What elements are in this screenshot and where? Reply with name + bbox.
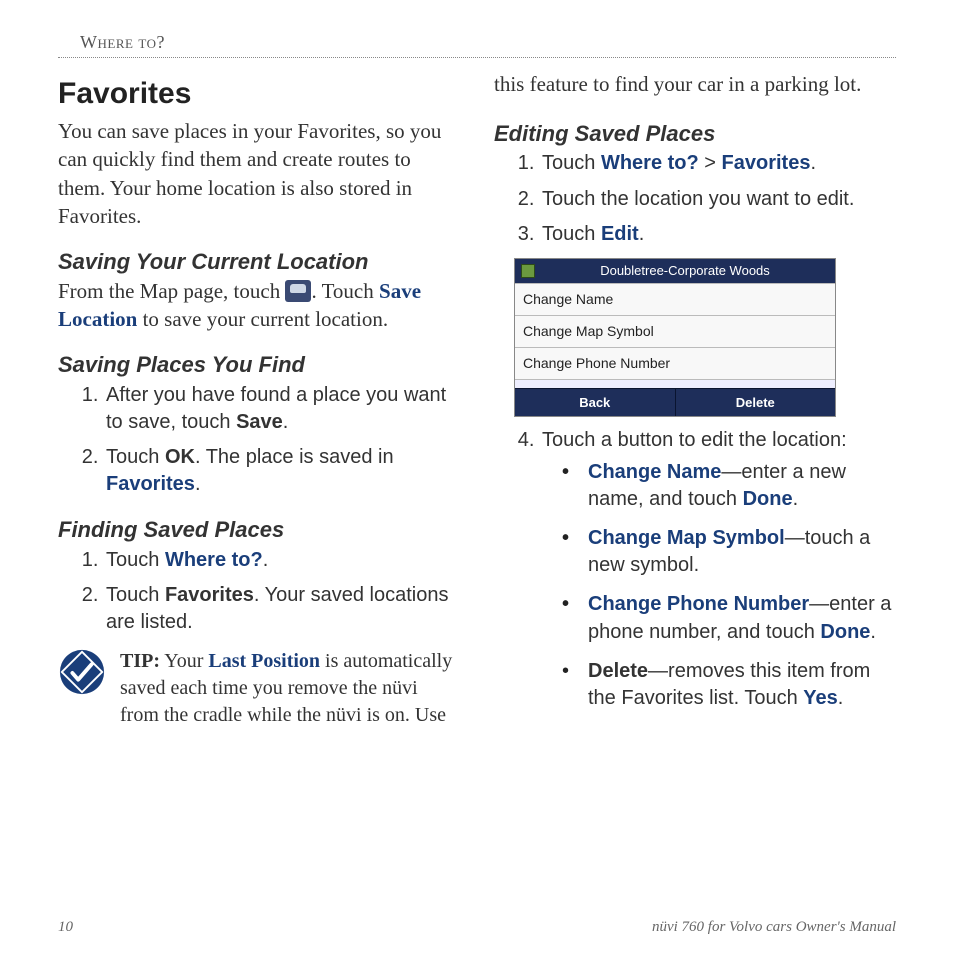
heading-find-saved: Finding Saved Places <box>58 515 460 545</box>
list-item: Touch a button to edit the location: Cha… <box>540 427 896 712</box>
heading-save-current: Saving Your Current Location <box>58 247 460 277</box>
device-button-bar: Back Delete <box>515 388 835 417</box>
manual-title: nüvi 760 for Volvo cars Owner's Manual <box>652 919 896 936</box>
back-button[interactable]: Back <box>515 388 676 417</box>
right-column: this feature to find your car in a parki… <box>494 70 896 729</box>
list-item: Delete—removes this item from the Favori… <box>562 658 896 712</box>
list-item: Touch Edit. <box>540 221 896 248</box>
tip-text: TIP: Your Last Position is automatically… <box>120 648 460 728</box>
save-found-steps: After you have found a place you want to… <box>58 382 460 499</box>
save-current-paragraph: From the Map page, touch . Touch Save Lo… <box>58 277 460 334</box>
editing-steps-cont: Touch a button to edit the location: Cha… <box>494 427 896 712</box>
device-row[interactable]: Change Name <box>515 283 835 315</box>
device-titlebar: Doubletree-Corporate Woods <box>515 259 835 283</box>
list-item: Touch Where to?. <box>104 547 460 574</box>
list-item: After you have found a place you want to… <box>104 382 460 436</box>
tip-callout: TIP: Your Last Position is automatically… <box>58 648 460 728</box>
heading-favorites: Favorites <box>58 74 460 115</box>
list-item: Change Map Symbol—touch a new symbol. <box>562 525 896 579</box>
device-strip <box>515 379 835 388</box>
header-rule <box>58 57 896 58</box>
vehicle-icon <box>285 280 311 302</box>
page-footer: 10 nüvi 760 for Volvo cars Owner's Manua… <box>58 919 896 936</box>
page-number: 10 <box>58 919 73 936</box>
list-item: Change Phone Number—enter a phone number… <box>562 591 896 645</box>
status-icon <box>521 264 535 278</box>
device-row[interactable]: Change Map Symbol <box>515 315 835 347</box>
heading-editing-saved: Editing Saved Places <box>494 119 896 149</box>
list-item: Touch OK. The place is saved in Favorite… <box>104 444 460 498</box>
device-screenshot: Doubletree-Corporate Woods Change Name C… <box>514 258 836 417</box>
intro-paragraph: You can save places in your Favorites, s… <box>58 117 460 231</box>
find-saved-steps: Touch Where to?. Touch Favorites. Your s… <box>58 547 460 637</box>
list-item: Touch Where to? > Favorites. <box>540 150 896 177</box>
device-title: Doubletree-Corporate Woods <box>541 262 829 280</box>
device-row[interactable]: Change Phone Number <box>515 347 835 379</box>
heading-save-found: Saving Places You Find <box>58 350 460 380</box>
list-item: Change Name—enter a new name, and touch … <box>562 459 896 513</box>
delete-button[interactable]: Delete <box>676 388 836 417</box>
tip-icon <box>58 648 106 696</box>
running-head: Where to? <box>58 32 896 53</box>
editing-steps: Touch Where to? > Favorites. Touch the l… <box>494 150 896 248</box>
two-column-layout: Favorites You can save places in your Fa… <box>58 70 896 729</box>
edit-options: Change Name—enter a new name, and touch … <box>542 459 896 713</box>
list-item: Touch the location you want to edit. <box>540 186 896 213</box>
left-column: Favorites You can save places in your Fa… <box>58 70 460 729</box>
list-item: Touch Favorites. Your saved locations ar… <box>104 582 460 636</box>
tip-continuation: this feature to find your car in a parki… <box>494 70 896 99</box>
